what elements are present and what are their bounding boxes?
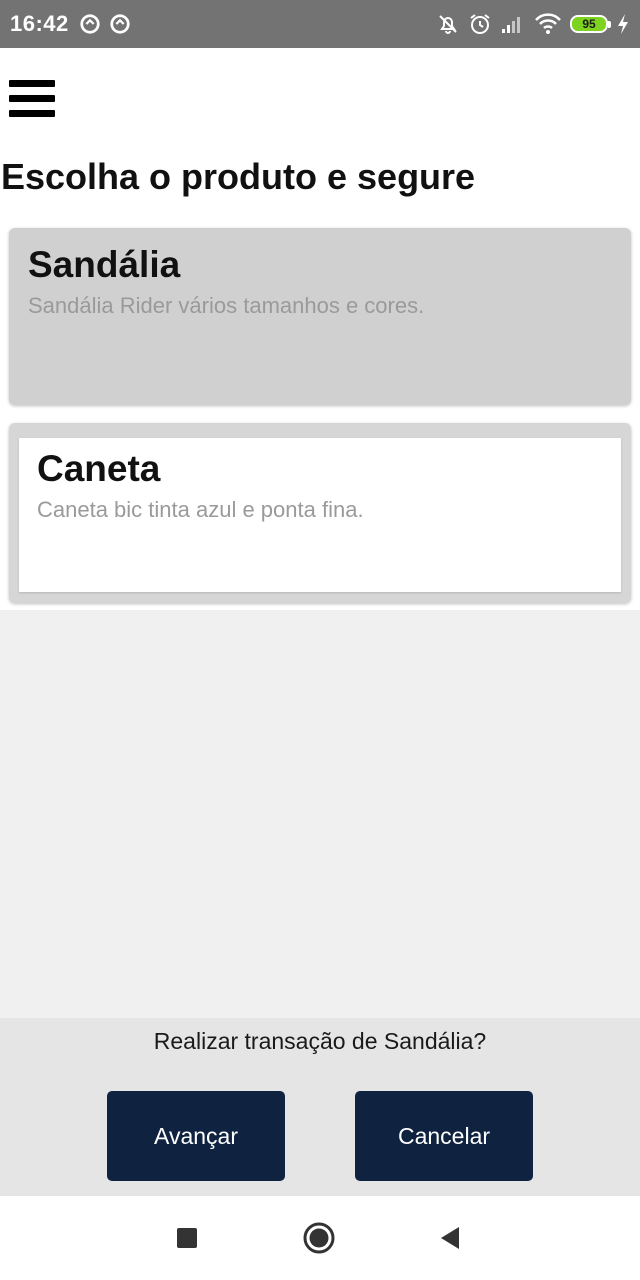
- product-description: Sandália Rider vários tamanhos e cores.: [28, 292, 425, 318]
- alert-circle-icon: [110, 14, 130, 34]
- hamburger-menu-icon[interactable]: [9, 80, 55, 120]
- battery-icon: 95: [570, 15, 611, 33]
- product-card-caneta[interactable]: Caneta Caneta bic tinta azul e ponta fin…: [9, 423, 631, 603]
- wifi-icon: [535, 13, 561, 34]
- product-name: Sandália: [28, 244, 181, 285]
- empty-area: [0, 610, 640, 1018]
- recent-apps-icon[interactable]: [167, 1218, 207, 1258]
- transaction-question: Realizar transação de Sandália?: [153, 1028, 487, 1054]
- home-icon[interactable]: [299, 1218, 339, 1258]
- notifications-off-icon: [439, 15, 457, 34]
- status-bar: 16:42 95: [0, 0, 640, 48]
- alert-circle-icon: [80, 14, 100, 34]
- product-description: Caneta bic tinta azul e ponta fina.: [37, 496, 364, 522]
- product-list: Sandália Sandália Rider vários tamanhos …: [0, 222, 640, 612]
- charging-icon: [618, 14, 628, 34]
- back-icon[interactable]: [430, 1218, 470, 1258]
- alarm-icon: [470, 14, 490, 34]
- signal-icon: [502, 17, 520, 33]
- battery-level: 95: [582, 17, 596, 31]
- page-title: Escolha o produto e segure: [1, 156, 476, 197]
- product-card-sandalia[interactable]: Sandália Sandália Rider vários tamanhos …: [9, 228, 631, 405]
- system-nav-bar: [0, 1196, 640, 1280]
- status-time: 16:42: [10, 11, 69, 36]
- app-screen: 16:42 95 Escolha o produto e segure Sand…: [0, 0, 640, 1280]
- status-icons: 95: [436, 12, 630, 36]
- cancel-button[interactable]: Cancelar: [355, 1091, 533, 1181]
- product-name: Caneta: [37, 448, 161, 489]
- advance-button[interactable]: Avançar: [107, 1091, 285, 1181]
- transaction-panel: Realizar transação de Sandália? Avançar …: [0, 1018, 640, 1196]
- product-card-caneta-content: Caneta Caneta bic tinta azul e ponta fin…: [19, 438, 621, 592]
